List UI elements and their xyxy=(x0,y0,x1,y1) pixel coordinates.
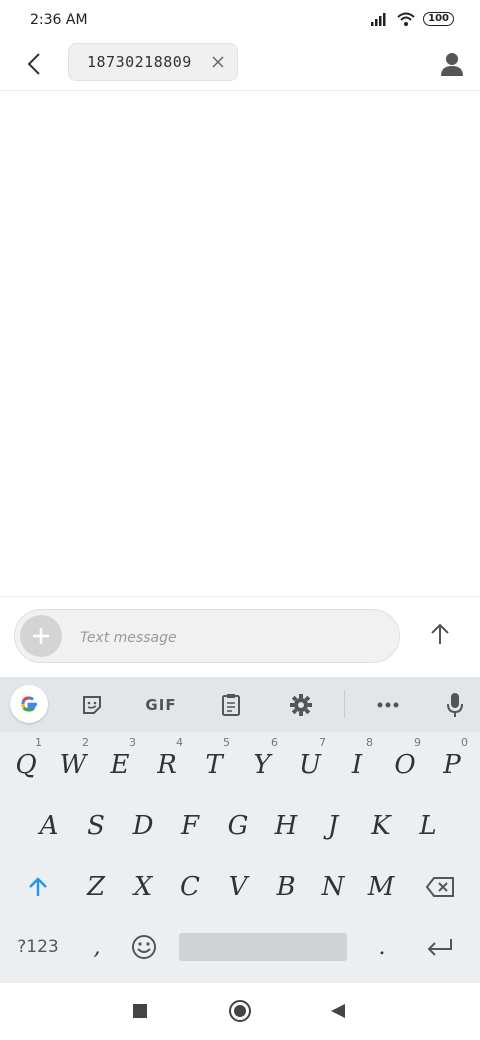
shift-icon xyxy=(29,877,47,896)
conversation-area xyxy=(0,91,480,596)
key-g[interactable]: G xyxy=(216,801,260,851)
key-b[interactable]: B xyxy=(264,862,308,912)
voice-input-button[interactable] xyxy=(437,687,473,723)
sticker-icon xyxy=(83,696,101,714)
wifi-icon xyxy=(397,12,415,26)
key-d[interactable]: D xyxy=(121,801,165,851)
recipient-number: 18730218809 xyxy=(87,53,192,71)
recent-apps-button[interactable] xyxy=(133,1004,147,1018)
contact-button[interactable] xyxy=(436,48,468,80)
send-button[interactable] xyxy=(424,618,456,650)
gear-icon xyxy=(290,694,312,716)
person-icon xyxy=(441,53,463,76)
key-m[interactable]: M xyxy=(359,862,403,912)
back-button[interactable] xyxy=(18,48,50,80)
key-c[interactable]: C xyxy=(168,862,212,912)
more-button[interactable] xyxy=(370,687,406,723)
settings-button[interactable] xyxy=(283,687,319,723)
nav-back-icon xyxy=(331,1004,345,1018)
plus-icon xyxy=(33,628,49,644)
toolbar-divider xyxy=(344,690,345,718)
key-v[interactable]: V xyxy=(216,862,260,912)
key-i[interactable]: I8 xyxy=(335,736,379,790)
key-y[interactable]: Y6 xyxy=(240,736,284,790)
key-t[interactable]: T5 xyxy=(192,736,236,790)
key-s[interactable]: S xyxy=(74,801,118,851)
enter-key[interactable] xyxy=(418,922,462,972)
key-j[interactable]: J xyxy=(311,801,355,851)
key-k[interactable]: K xyxy=(359,801,403,851)
key-a[interactable]: A xyxy=(27,801,71,851)
key-n[interactable]: N xyxy=(311,862,355,912)
arrow-up-icon xyxy=(431,623,449,644)
more-icon xyxy=(377,702,399,708)
status-icons: 100 xyxy=(371,12,454,26)
key-f[interactable]: F xyxy=(168,801,212,851)
period-key[interactable]: . xyxy=(360,922,404,972)
shift-key[interactable] xyxy=(16,862,60,912)
google-button[interactable] xyxy=(10,685,48,723)
key-z[interactable]: Z xyxy=(74,862,118,912)
nav-back-button[interactable] xyxy=(330,1003,346,1019)
message-input[interactable] xyxy=(80,628,380,648)
key-l[interactable]: L xyxy=(406,801,450,851)
signal-icon xyxy=(371,13,386,26)
gif-label: GIF xyxy=(145,696,177,714)
key-h[interactable]: H xyxy=(264,801,308,851)
symbols-key[interactable]: ?123 xyxy=(8,928,68,966)
home-button[interactable] xyxy=(229,1000,251,1022)
key-p[interactable]: P0 xyxy=(430,736,474,790)
key-u[interactable]: U7 xyxy=(288,736,332,790)
key-e[interactable]: E3 xyxy=(98,736,142,790)
clipboard-button[interactable] xyxy=(213,687,249,723)
clipboard-icon xyxy=(222,694,240,716)
google-icon xyxy=(21,696,37,712)
space-key[interactable] xyxy=(179,933,347,961)
enter-icon xyxy=(427,939,452,956)
compose-divider xyxy=(0,596,480,597)
backspace-key[interactable] xyxy=(418,862,462,912)
close-icon xyxy=(212,56,224,68)
gif-button[interactable]: GIF xyxy=(140,687,182,723)
key-x[interactable]: X xyxy=(121,862,165,912)
recipient-chip[interactable]: 18730218809 xyxy=(68,43,238,81)
back-arrow-icon xyxy=(27,53,40,75)
backspace-icon xyxy=(426,877,454,897)
sticker-button[interactable] xyxy=(74,687,110,723)
remove-recipient-button[interactable] xyxy=(209,53,227,71)
battery-icon: 100 xyxy=(423,12,454,26)
key-w[interactable]: W2 xyxy=(51,736,95,790)
comma-key[interactable]: , xyxy=(75,922,119,972)
emoji-key[interactable] xyxy=(122,922,166,972)
mic-icon xyxy=(447,693,463,717)
emoji-icon xyxy=(132,935,156,959)
home-icon xyxy=(234,1005,246,1017)
status-time: 2:36 AM xyxy=(30,12,88,28)
key-r[interactable]: R4 xyxy=(145,736,189,790)
add-attachment-button[interactable] xyxy=(20,615,62,657)
key-q[interactable]: Q1 xyxy=(4,736,48,790)
key-o[interactable]: O9 xyxy=(383,736,427,790)
